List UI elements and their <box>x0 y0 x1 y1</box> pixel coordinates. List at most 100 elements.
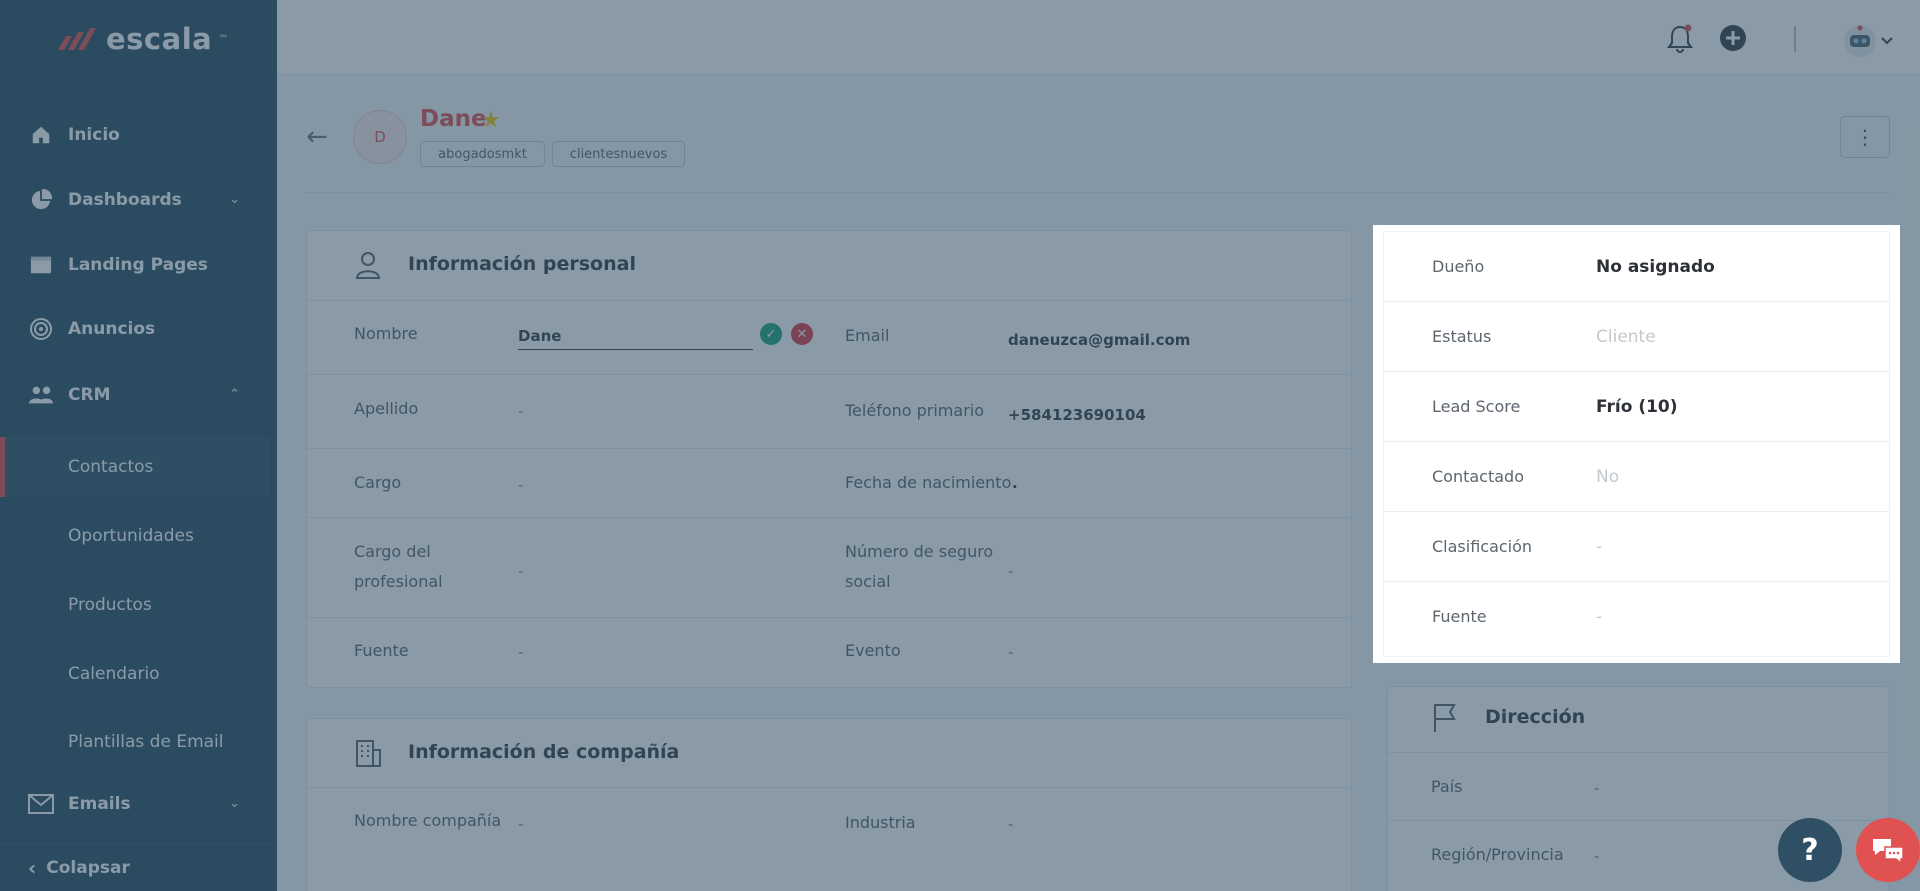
sidebar-item-emails[interactable]: Emails ⌄ <box>0 779 270 829</box>
sidebar-item-label: Inicio <box>68 125 120 145</box>
sidebar-subitem-contactos[interactable]: Contactos <box>0 437 270 497</box>
field-label-region: Región/Provincia <box>1431 845 1564 864</box>
sidebar-item-crm[interactable]: CRM ⌃ <box>0 370 270 420</box>
escala-logo[interactable]: escala ™ <box>56 22 228 56</box>
divider <box>307 448 1351 449</box>
field-value-fecha-nacimiento[interactable]: . <box>1012 474 1018 492</box>
summary-row-estatus[interactable]: Estatus Cliente <box>1384 302 1889 372</box>
sidebar-subitem-productos[interactable]: Productos <box>0 575 270 635</box>
users-icon <box>28 382 54 408</box>
sidebar-item-label: Anuncios <box>68 319 156 339</box>
field-value-cargo-profesional[interactable]: - <box>518 562 523 580</box>
logo-text: escala <box>106 22 213 56</box>
sidebar-item-label: Landing Pages <box>68 255 208 275</box>
field-value-pais[interactable]: - <box>1594 779 1599 797</box>
field-label-nombre-compania: Nombre compañía <box>354 811 502 830</box>
robot-avatar-icon <box>1844 25 1893 57</box>
field-label-cargo-profesional-1: Cargo del <box>354 542 431 561</box>
field-label-telefono: Teléfono primario <box>845 401 985 420</box>
chevron-up-icon: ⌃ <box>229 387 240 402</box>
back-arrow-icon[interactable]: ← <box>306 122 328 152</box>
summary-label: Contactado <box>1432 467 1524 486</box>
star-favorite-icon[interactable]: ★ <box>481 108 501 133</box>
divider <box>307 300 1351 301</box>
section-title-company: Información de compañía <box>408 741 680 763</box>
field-label-cargo-profesional-2: profesional <box>354 572 443 591</box>
summary-row-dueno[interactable]: Dueño No asignado <box>1384 232 1889 302</box>
add-circle-icon[interactable] <box>1719 24 1747 52</box>
sidebar-subitem-label: Plantillas de Email <box>68 732 224 752</box>
field-value-apellido[interactable]: - <box>518 402 523 420</box>
sidebar: escala ™ Inicio Dashboards ⌄ Landing Page… <box>0 0 277 891</box>
field-label-fuente: Fuente <box>354 641 409 660</box>
section-title-personal: Información personal <box>408 253 636 275</box>
field-label-nss-2: social <box>845 572 891 591</box>
field-value-email[interactable]: daneuzca@gmail.com <box>1008 331 1190 349</box>
chevron-down-icon: ⌄ <box>229 192 240 207</box>
home-icon <box>28 122 54 148</box>
help-button[interactable]: ? <box>1778 818 1842 882</box>
field-value-nss[interactable]: - <box>1008 562 1013 580</box>
contact-tag[interactable]: clientesnuevos <box>552 141 685 167</box>
summary-row-fuente[interactable]: Fuente - <box>1384 582 1889 652</box>
flag-icon <box>1432 702 1458 738</box>
field-value-fuente[interactable]: - <box>518 643 523 661</box>
sidebar-item-anuncios[interactable]: Anuncios <box>0 304 270 354</box>
collapse-label: Colapsar <box>46 857 130 878</box>
notifications-bell-icon[interactable] <box>1666 24 1694 53</box>
sidebar-subitem-label: Contactos <box>68 457 154 477</box>
user-outline-icon <box>354 250 382 284</box>
summary-label: Clasificación <box>1432 537 1533 556</box>
field-label-apellido: Apellido <box>354 399 419 418</box>
divider <box>307 617 1351 618</box>
contact-tag[interactable]: abogadosmkt <box>420 141 545 167</box>
sidebar-subitem-calendario[interactable]: Calendario <box>0 644 270 704</box>
summary-row-clasificacion[interactable]: Clasificación - <box>1384 512 1889 582</box>
summary-row-lead-score[interactable]: Lead Score Frío (10) <box>1384 372 1889 442</box>
summary-value: No asignado <box>1596 257 1715 277</box>
summary-value: No <box>1596 467 1620 487</box>
sidebar-item-landing-pages[interactable]: Landing Pages <box>0 240 270 290</box>
sidebar-item-label: Emails <box>68 794 131 814</box>
section-title-address: Dirección <box>1485 706 1586 728</box>
nombre-input[interactable] <box>518 322 753 350</box>
summary-card: Dueño No asignado Estatus Cliente Lead S… <box>1383 231 1890 657</box>
collapse-button[interactable]: ‹ Colapsar <box>0 843 277 891</box>
field-value-cargo[interactable]: - <box>518 476 523 494</box>
summary-label: Dueño <box>1432 257 1485 276</box>
field-label-pais: País <box>1431 777 1463 796</box>
divider <box>307 374 1351 375</box>
sidebar-subitem-plantillas-email[interactable]: Plantillas de Email <box>0 712 270 772</box>
divider <box>307 517 1351 518</box>
sidebar-subitem-oportunidades[interactable]: Oportunidades <box>0 506 270 566</box>
sidebar-subitem-label: Calendario <box>68 664 160 684</box>
cancel-x-icon[interactable]: ✕ <box>791 323 813 345</box>
chevron-down-icon: ⌄ <box>229 796 240 811</box>
field-value-industria[interactable]: - <box>1008 815 1013 833</box>
sidebar-item-label: CRM <box>68 385 111 405</box>
envelope-icon <box>28 791 54 817</box>
field-label-nombre: Nombre <box>354 324 418 343</box>
escala-logo-mark-icon <box>58 28 96 50</box>
divider <box>1388 752 1889 753</box>
chevron-left-icon: ‹ <box>28 855 37 880</box>
divider <box>307 787 1351 788</box>
confirm-check-icon[interactable]: ✓ <box>760 323 782 345</box>
more-options-button[interactable]: ⋮ <box>1840 116 1890 158</box>
field-value-evento[interactable]: - <box>1008 643 1013 661</box>
field-value-nombre-compania[interactable]: - <box>518 815 523 833</box>
sidebar-item-dashboards[interactable]: Dashboards ⌄ <box>0 175 270 225</box>
chat-bubbles-icon <box>1873 839 1904 865</box>
summary-row-contactado[interactable]: Contactado No <box>1384 442 1889 512</box>
field-label-nss-1: Número de seguro <box>845 542 994 561</box>
field-label-cargo: Cargo <box>354 473 402 492</box>
field-value-telefono[interactable]: +584123690104 <box>1008 406 1146 424</box>
field-value-region[interactable]: - <box>1594 847 1599 865</box>
pie-chart-icon <box>28 187 54 213</box>
target-icon <box>28 316 54 342</box>
user-avatar-menu[interactable] <box>1842 24 1896 57</box>
chat-button[interactable] <box>1856 818 1920 882</box>
browser-window-icon <box>28 252 54 278</box>
sidebar-item-inicio[interactable]: Inicio <box>0 110 270 160</box>
contact-avatar: D <box>353 110 407 164</box>
